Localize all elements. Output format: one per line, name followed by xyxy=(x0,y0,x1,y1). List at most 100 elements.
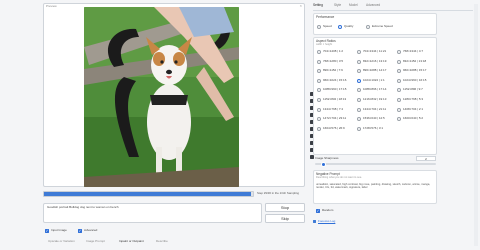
input-tabs: Upscale or Variation Image Prompt Inpain… xyxy=(43,239,305,246)
aspect-ratio-radio[interactable] xyxy=(317,59,321,64)
aspect-ratio-radio[interactable] xyxy=(317,88,321,93)
sharpness-value-input[interactable]: 2 xyxy=(416,156,436,161)
image-preview-panel: Preview × xyxy=(43,3,305,187)
tab-advanced[interactable]: Advanced xyxy=(366,3,380,8)
tabs-divider xyxy=(313,10,473,11)
aspect-ratio-label: 704×1408 | 1:2 xyxy=(323,49,344,53)
generated-image xyxy=(84,7,239,187)
aspect-ratio-radio[interactable] xyxy=(397,69,401,74)
aspect-ratio-label: 768×1344 | 4:7 xyxy=(403,49,424,53)
copy-icon[interactable] xyxy=(309,155,314,159)
performance-extreme-radio[interactable] xyxy=(366,25,370,29)
aspect-ratio-label: 1088×896 | 17:14 xyxy=(363,87,387,92)
aspect-ratio-radio[interactable] xyxy=(397,50,401,54)
aspect-ratio-label: 1344×768 | 7:4 xyxy=(323,106,344,111)
prompt-input[interactable]: Goodish portrait Bulldog dog next to wom… xyxy=(43,203,262,223)
tab-upscale-variation[interactable]: Upscale or Variation xyxy=(48,239,75,243)
aspect-ratio-radio[interactable] xyxy=(317,126,321,131)
aspect-ratio-radio[interactable] xyxy=(317,78,321,83)
aspect-ratio-radio[interactable] xyxy=(357,78,361,83)
input-image-checkbox[interactable]: ✓ xyxy=(45,229,49,233)
aspect-ratio-radio[interactable] xyxy=(397,78,401,83)
dog-on-bench-image xyxy=(84,7,239,187)
close-icon[interactable]: × xyxy=(300,3,302,9)
aspect-ratio-radio[interactable] xyxy=(317,107,321,112)
aspect-ratio-radio[interactable] xyxy=(397,117,401,122)
aspect-ratio-radio[interactable] xyxy=(397,107,401,112)
aspect-ratio-label: 1280×768 | 5:3 xyxy=(403,97,424,101)
stop-button[interactable]: Stop xyxy=(265,203,305,212)
aspect-ratios-panel: Aspect Ratios width × height 704×1408 | … xyxy=(313,37,437,155)
aspect-ratio-label: 896×1088 | 14:17 xyxy=(363,68,387,73)
aspect-ratio-radio[interactable] xyxy=(397,59,401,64)
negative-prompt-subtitle: Describing what you do not want to see. xyxy=(316,176,362,179)
sharpness-label: Image Sharpness xyxy=(315,156,339,160)
aspect-ratio-label: 832×1152 | 13:18 xyxy=(403,58,427,63)
aspect-ratio-label: 1216×832 | 19:13 xyxy=(363,97,387,101)
aspect-ratio-label: 960×1024 | 15:16 xyxy=(323,77,347,82)
aspect-ratio-label: 1088×960 | 17:15 xyxy=(323,87,347,92)
aspect-ratio-label: 1472×704 | 23:11 xyxy=(323,116,347,121)
aspect-ratio-label: 1024×1024 | 1:1 xyxy=(363,77,385,82)
aspect-ratio-radio[interactable] xyxy=(357,50,361,54)
aspect-ratio-label: 1344×704 | 21:11 xyxy=(363,106,387,111)
tab-style[interactable]: Style xyxy=(334,3,341,8)
prompt-input-value: Goodish portrait Bulldog dog next to wom… xyxy=(47,205,119,209)
aspect-ratio-label: 1664×576 | 26:9 xyxy=(323,125,345,130)
performance-quality-label: Quality xyxy=(344,24,354,28)
advanced-label: Advanced xyxy=(84,228,98,232)
performance-speed-radio[interactable] xyxy=(317,25,321,29)
log-link[interactable]: Fooocus Log xyxy=(318,219,335,223)
aspect-ratio-radio[interactable] xyxy=(357,69,361,74)
performance-title: Performance xyxy=(316,15,335,19)
performance-panel: Performance Speed Quality Extreme Speed xyxy=(313,13,437,35)
performance-quality-radio[interactable] xyxy=(338,25,342,29)
aspect-ratio-label: 832×1216 | 13:19 xyxy=(363,58,387,63)
skip-button[interactable]: Skip xyxy=(265,214,305,223)
tab-setting[interactable]: Setting xyxy=(313,3,323,8)
aspect-ratio-radio[interactable] xyxy=(317,98,321,102)
aspect-ratio-radio[interactable] xyxy=(397,98,401,102)
sharpness-slider[interactable] xyxy=(315,163,436,165)
aspect-ratio-radio[interactable] xyxy=(357,98,361,102)
aspect-ratio-label: 960×1088 | 15:17 xyxy=(403,68,427,73)
progress-bar-fill xyxy=(44,192,251,196)
performance-extreme-label: Extreme Speed xyxy=(372,24,393,28)
aspect-ratios-subtitle: width × height xyxy=(316,43,333,46)
aspect-ratio-label: 1152×832 | 18:13 xyxy=(323,97,347,101)
sharpness-slider-handle[interactable] xyxy=(320,161,326,167)
log-link-icon xyxy=(313,220,316,223)
tab-image-prompt[interactable]: Image Prompt xyxy=(86,239,105,243)
aspect-ratio-label: 768×1280 | 3:5 xyxy=(323,58,344,63)
aspect-ratio-label: 1600×640 | 5:2 xyxy=(403,116,424,121)
aspect-ratio-label: 1536×640 | 12:5 xyxy=(363,116,385,121)
aspect-ratio-label: 1152×896 | 9:7 xyxy=(403,87,423,92)
random-checkbox[interactable]: ✓ xyxy=(316,209,320,213)
aspect-ratio-radio[interactable] xyxy=(317,50,321,54)
aspect-ratio-label: 896×1152 | 7:9 xyxy=(323,68,343,73)
aspect-ratio-radio[interactable] xyxy=(357,88,361,93)
performance-speed-label: Speed xyxy=(323,24,332,28)
advanced-checkbox[interactable]: ✓ xyxy=(78,229,82,233)
aspect-ratio-radio[interactable] xyxy=(357,117,361,122)
preview-label: Preview xyxy=(46,4,57,8)
aspect-ratio-label: 1408×704 | 2:1 xyxy=(403,106,424,111)
tab-describe[interactable]: Describe xyxy=(156,239,168,243)
aspect-ratio-radio[interactable] xyxy=(357,126,361,131)
progress-bar xyxy=(43,191,254,197)
aspect-ratio-radio[interactable] xyxy=(317,117,321,122)
tab-inpaint-outpaint[interactable]: Inpaint or Outpaint xyxy=(119,239,144,243)
negative-prompt-input[interactable]: unrealistic, saturated, high contrast, b… xyxy=(316,183,435,190)
aspect-ratio-radio[interactable] xyxy=(317,69,321,74)
aspect-ratio-radio[interactable] xyxy=(357,107,361,112)
input-image-label: Input Image xyxy=(51,228,67,232)
aspect-ratio-label: 704×1344 | 11:21 xyxy=(363,49,387,53)
random-label: Random xyxy=(322,208,334,212)
aspect-ratio-label: 1024×960 | 16:15 xyxy=(403,77,427,82)
tab-model[interactable]: Model xyxy=(349,3,358,8)
progress-status-text: Step 29/30 in the 1/1th Sampling xyxy=(257,191,299,195)
page-scrollbar[interactable] xyxy=(474,4,478,246)
negative-prompt-panel: Negative Prompt Describing what you do n… xyxy=(313,170,437,204)
aspect-ratio-radio[interactable] xyxy=(397,88,401,93)
aspect-ratio-radio[interactable] xyxy=(357,59,361,64)
